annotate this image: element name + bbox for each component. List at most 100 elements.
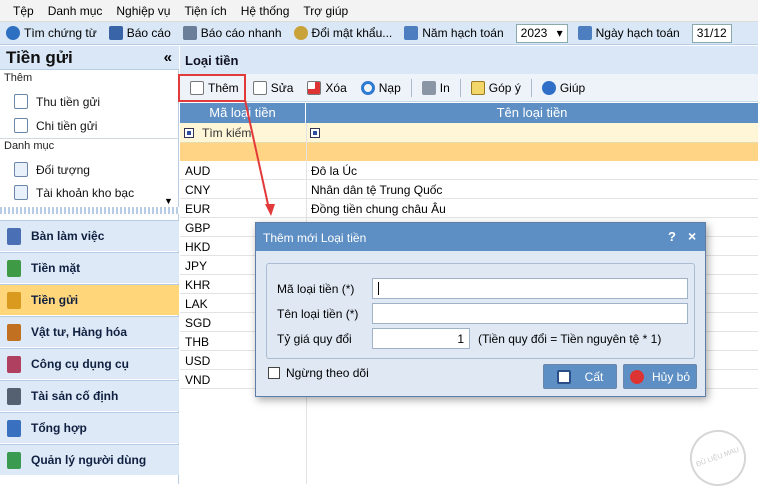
module-label: Quản lý người dùng [31, 453, 147, 467]
help-button[interactable]: Giúp [538, 76, 589, 100]
accounting-date-label: Ngày hạch toán [577, 26, 680, 40]
document-search-icon [14, 94, 28, 109]
delete-button[interactable]: Xóa [303, 76, 350, 100]
currency-code-input[interactable] [372, 278, 688, 299]
filter-operator-icon[interactable] [310, 128, 320, 138]
currency-code-cell: EUR [185, 202, 211, 216]
filter-row: Tìm kiếm [180, 123, 758, 143]
currency-code-cell: HKD [185, 240, 211, 254]
link-deposit-payment[interactable]: Chi tiền gửi [14, 118, 97, 133]
currency-code-cell: SGD [185, 316, 212, 330]
rate-label: Tỷ giá quy đổi [277, 332, 352, 346]
module-label: Bàn làm việc [31, 229, 105, 243]
code-label: Mã loại tiền (*) [277, 282, 355, 296]
currency-code-cell: KHR [185, 278, 211, 292]
module-7[interactable]: Quản lý người dùng [0, 444, 179, 475]
group-catalog-label: Danh mục [4, 140, 55, 152]
column-name-header[interactable]: Tên loại tiền [306, 103, 758, 123]
close-icon[interactable]: × [688, 228, 696, 244]
left-panel-title: Tiền gửi [6, 48, 73, 67]
currency-code-cell: CNY [185, 183, 211, 197]
cancel-button[interactable]: Hủy bỏ [623, 364, 697, 389]
save-icon [556, 369, 571, 384]
change-password-button[interactable]: Đổi mật khẩu... [293, 26, 392, 40]
currency-code-cell: AUD [185, 164, 211, 178]
form-group: Mã loại tiền (*) Tên loại tiền (*) Tỷ gi… [266, 263, 695, 359]
inactive-checkbox[interactable] [268, 367, 280, 379]
menu-file[interactable]: Tệp [13, 4, 34, 18]
module-4[interactable]: Công cụ dụng cụ [0, 348, 179, 379]
scroll-down-icon[interactable]: ▼ [164, 196, 173, 206]
print-button[interactable]: In [418, 76, 454, 100]
link-deposit-receipt[interactable]: Thu tiền gửi [14, 94, 100, 109]
refresh-icon [360, 80, 375, 95]
toolbar-separator [410, 78, 412, 97]
menu-system[interactable]: Hệ thống [241, 4, 290, 18]
page-title: Loại tiền [185, 53, 239, 68]
calendar-icon [577, 26, 592, 40]
exchange-rate-input[interactable]: 1 [372, 328, 470, 349]
table-row[interactable]: AUD Đô la Úc [180, 161, 758, 180]
menu-bar: Tệp Danh mục Nghiệp vụ Tiện ích Hệ thống… [0, 0, 758, 22]
table-row[interactable]: EUR Đồng tiền chung châu Âu [180, 199, 758, 218]
fiscal-year-label: Năm hạch toán [404, 26, 504, 40]
save-button[interactable]: Cất [543, 364, 617, 389]
module-1[interactable]: Tiền mặt [0, 252, 179, 283]
left-panel-header: Tiền gửi « [0, 46, 179, 70]
quick-report-button[interactable]: Báo cáo nhanh [182, 26, 282, 40]
currency-name-input[interactable] [372, 303, 688, 324]
report-button[interactable]: Báo cáo [108, 26, 171, 40]
edit-button[interactable]: Sửa [249, 76, 298, 100]
module-label: Công cụ dụng cụ [31, 357, 129, 371]
currency-name-cell: Đô la Úc [311, 164, 358, 178]
module-icon [7, 355, 21, 373]
find-voucher-button[interactable]: Tìm chứng từ [6, 26, 97, 40]
module-icon [7, 419, 21, 437]
module-label: Tổng hợp [31, 421, 87, 435]
module-label: Tài sản cố định [31, 389, 119, 403]
toolbar-separator [459, 78, 461, 97]
feedback-icon [470, 80, 485, 95]
module-0[interactable]: Bàn làm việc [0, 220, 179, 251]
accounting-date-field[interactable]: 31/12 [691, 23, 732, 43]
main-header: Loại tiền [180, 46, 758, 74]
inactive-label: Ngừng theo dõi [286, 366, 369, 380]
printer-icon [421, 80, 436, 95]
help-icon [541, 80, 556, 95]
filter-code-input[interactable]: Tìm kiếm [202, 126, 251, 140]
feedback-button[interactable]: Góp ý [467, 76, 525, 100]
delete-icon [307, 80, 322, 95]
menu-utilities[interactable]: Tiện ích [184, 4, 226, 18]
cancel-icon [629, 369, 644, 384]
text-cursor [378, 282, 379, 295]
grid-header: Mã loại tiền Tên loại tiền [180, 103, 758, 123]
currency-name-cell: Đồng tiền chung châu Âu [311, 202, 446, 216]
collapse-icon[interactable]: « [164, 49, 172, 66]
menu-help[interactable]: Trợ giúp [303, 4, 348, 18]
filter-operator-icon[interactable] [184, 128, 194, 138]
module-label: Vật tư, Hàng hóa [31, 325, 128, 339]
splitter-grip[interactable] [0, 207, 179, 214]
module-label: Tiền mặt [31, 261, 81, 275]
module-2[interactable]: Tiền gửi [0, 284, 179, 315]
column-code-header[interactable]: Mã loại tiền [180, 103, 306, 123]
document-search-icon [14, 118, 28, 133]
reload-button[interactable]: Nạp [357, 76, 405, 100]
edit-icon [252, 80, 267, 95]
group-band [180, 143, 758, 161]
help-icon[interactable]: ? [668, 229, 676, 244]
link-treasury-accounts[interactable]: Tài khoản kho bạc [14, 185, 134, 200]
document-icon [182, 26, 197, 40]
name-label: Tên loại tiền (*) [277, 307, 359, 321]
document-icon [14, 162, 28, 177]
menu-operations[interactable]: Nghiệp vụ [116, 4, 170, 18]
main-toolbar: Tìm chứng từ Báo cáo Báo cáo nhanh Đổi m… [0, 22, 758, 45]
table-row[interactable]: CNY Nhân dân tệ Trung Quốc [180, 180, 758, 199]
link-subjects[interactable]: Đối tượng [14, 162, 90, 177]
module-5[interactable]: Tài sản cố định [0, 380, 179, 411]
currency-code-cell: JPY [185, 259, 208, 273]
module-6[interactable]: Tổng hợp [0, 412, 179, 443]
fiscal-year-select[interactable]: 2023 ▾ [515, 23, 568, 43]
menu-catalog[interactable]: Danh mục [48, 4, 103, 18]
module-3[interactable]: Vật tư, Hàng hóa [0, 316, 179, 347]
